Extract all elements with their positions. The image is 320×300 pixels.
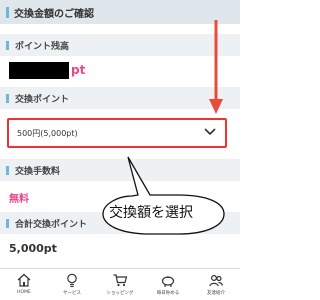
fee-value: 無料 <box>9 194 29 205</box>
redacted-balance <box>9 62 69 79</box>
total-label: 合計交換ポイント <box>15 219 88 230</box>
nav-label: ショッピング <box>106 291 134 296</box>
nav-item-services[interactable]: サービス <box>48 269 96 300</box>
nav-label: サービス <box>63 291 81 296</box>
friends-icon <box>209 274 223 287</box>
nav-item-invite-friends[interactable]: 友達紹介 <box>192 269 240 300</box>
section-marker <box>6 165 9 175</box>
home-icon <box>17 273 31 287</box>
fee-label: 交換手数料 <box>15 166 61 177</box>
annotation-text: 交換額を選択 <box>109 205 193 221</box>
nav-item-daily-savings[interactable]: 毎日貯める <box>144 269 192 300</box>
section-header-exchange-points: 交換ポイント <box>0 87 240 109</box>
section-marker <box>6 40 9 50</box>
section-header-fee: 交換手数料 <box>0 159 240 181</box>
nav-label: 友達紹介 <box>207 291 225 296</box>
points-balance-label: ポイント残高 <box>15 41 70 52</box>
page-title-bar: 交換金額のご確認 <box>0 0 240 24</box>
exchange-amount-select[interactable]: 500円(5,000pt) <box>7 118 227 148</box>
chevron-down-icon <box>204 128 216 136</box>
section-marker <box>6 93 9 103</box>
nav-item-shopping[interactable]: ショッピング <box>96 269 144 300</box>
exchange-points-label: 交換ポイント <box>15 94 70 105</box>
bottom-nav: HOME サービス ショッピング 毎日貯める 友達紹介 <box>0 268 240 300</box>
points-balance-suffix: pt <box>71 63 86 77</box>
piggy-bank-icon <box>161 276 175 287</box>
nav-item-home[interactable]: HOME <box>0 269 48 300</box>
section-header-points-balance: ポイント残高 <box>0 34 240 56</box>
total-value: 5,000pt <box>9 242 57 255</box>
nav-label: 毎日貯める <box>156 291 180 296</box>
section-marker <box>6 218 9 228</box>
nav-label: HOME <box>17 290 31 295</box>
exchange-amount-selected: 500円(5,000pt) <box>17 128 78 138</box>
title-marker <box>6 6 9 18</box>
lightbulb-icon <box>67 273 77 288</box>
cart-icon <box>113 274 128 287</box>
page-title: 交換金額のご確認 <box>14 8 94 20</box>
